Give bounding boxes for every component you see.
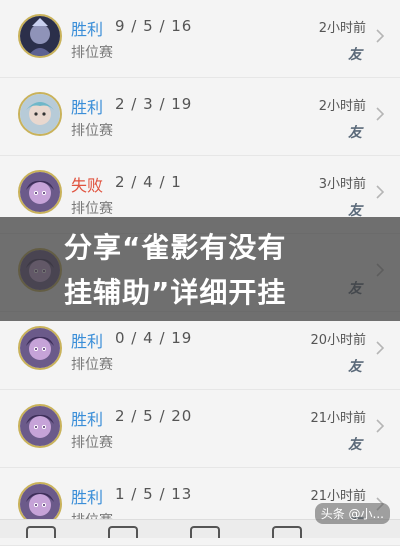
friend-badge: 友: [348, 437, 362, 453]
match-result: 胜利: [71, 332, 104, 351]
game-mode: 排位赛: [71, 201, 113, 217]
friend-badge: 友: [348, 125, 362, 141]
overlay-banner: 分享“雀影有没有 挂辅助”详细开挂: [0, 217, 400, 321]
game-mode: 排位赛: [71, 435, 113, 451]
chevron-right-icon: [374, 340, 386, 356]
friend-badge: 友: [348, 47, 362, 63]
match-result: 胜利: [71, 20, 104, 39]
tab-more-icon[interactable]: [272, 526, 302, 538]
chevron-right-icon: [374, 28, 386, 44]
match-time: 2小时前: [318, 99, 366, 114]
match-result: 胜利: [71, 488, 104, 507]
friend-badge: 友: [348, 359, 362, 375]
chevron-right-icon: [374, 106, 386, 122]
match-result: 失败: [71, 176, 104, 195]
match-result: 胜利: [71, 98, 104, 117]
match-row[interactable]: 胜利 2 / 3 / 19 排位赛 2小时前友: [0, 78, 400, 156]
hero-avatar: [18, 404, 62, 448]
match-time: 20小时前: [310, 333, 366, 348]
hero-avatar: [18, 92, 62, 136]
tab-list-icon[interactable]: [108, 526, 138, 538]
game-mode: 排位赛: [71, 45, 113, 61]
tab-profile-icon[interactable]: [190, 526, 220, 538]
kda-score: 9 / 5 / 16: [115, 17, 193, 35]
banner-line-2: 挂辅助”详细开挂: [64, 276, 287, 309]
kda-score: 2 / 4 / 1: [115, 173, 182, 191]
match-row[interactable]: 胜利 0 / 4 / 19 排位赛 20小时前友: [0, 312, 400, 390]
kda-score: 0 / 4 / 19: [115, 329, 193, 347]
game-mode: 排位赛: [71, 123, 113, 139]
chevron-right-icon: [374, 418, 386, 434]
chevron-right-icon: [374, 184, 386, 200]
game-mode: 排位赛: [71, 357, 113, 373]
match-result: 胜利: [71, 410, 104, 429]
kda-score: 2 / 5 / 20: [115, 407, 193, 425]
watermark: 头条 @小...: [314, 503, 390, 524]
hero-avatar: [18, 326, 62, 370]
kda-score: 1 / 5 / 13: [115, 485, 193, 503]
hero-avatar: [18, 170, 62, 214]
banner-line-1: 分享“雀影有没有: [64, 231, 287, 264]
match-time: 21小时前: [310, 411, 366, 426]
tab-home-icon[interactable]: [26, 526, 56, 538]
hero-avatar: [18, 14, 62, 58]
match-row[interactable]: 胜利 2 / 5 / 20 排位赛 21小时前友: [0, 390, 400, 468]
match-time: 2小时前: [318, 21, 366, 36]
match-time: 21小时前: [310, 489, 366, 504]
match-time: 3小时前: [318, 177, 366, 192]
kda-score: 2 / 3 / 19: [115, 95, 193, 113]
match-row[interactable]: 胜利 9 / 5 / 16 排位赛 2小时前友: [0, 0, 400, 78]
